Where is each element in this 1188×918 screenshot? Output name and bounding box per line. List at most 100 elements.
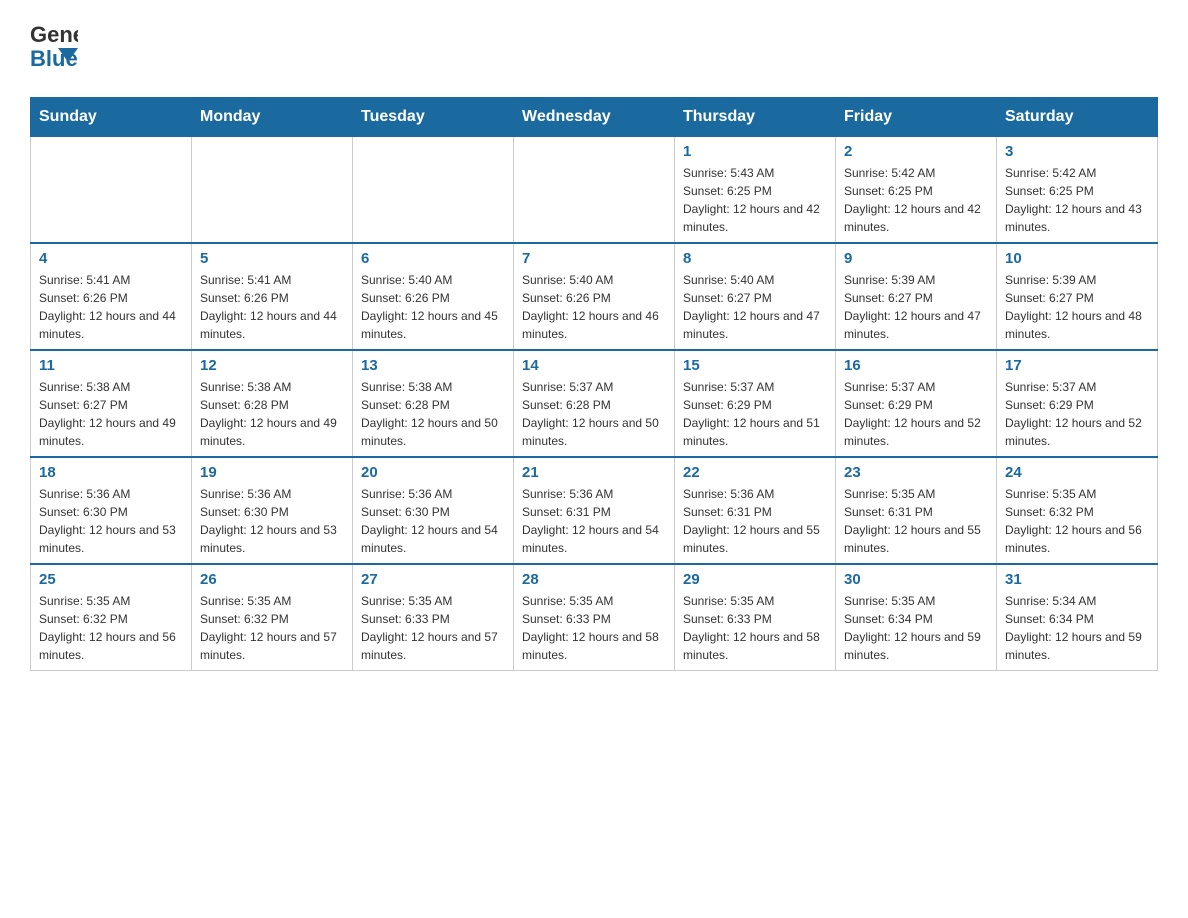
day-number: 21 [522,464,666,481]
calendar-cell: 3 Sunrise: 5:42 AMSunset: 6:25 PMDaylight… [997,137,1158,244]
svg-text:General: General [30,22,78,47]
calendar-cell: 29 Sunrise: 5:35 AMSunset: 6:33 PMDayligh… [675,564,836,671]
day-info: Sunrise: 5:36 AMSunset: 6:31 PMDaylight:… [522,485,666,557]
day-info: Sunrise: 5:39 AMSunset: 6:27 PMDaylight:… [1005,271,1149,343]
calendar-cell: 8 Sunrise: 5:40 AMSunset: 6:27 PMDaylight… [675,243,836,350]
day-info: Sunrise: 5:41 AMSunset: 6:26 PMDaylight:… [39,271,183,343]
day-info: Sunrise: 5:36 AMSunset: 6:31 PMDaylight:… [683,485,827,557]
day-number: 8 [683,250,827,267]
logo: General Blue [30,20,78,77]
calendar-cell: 16Sunrise: 5:37 AMSunset: 6:29 PMDayligh… [836,350,997,457]
day-number: 22 [683,464,827,481]
weekday-header-saturday: Saturday [997,98,1158,137]
day-number: 6 [361,250,505,267]
calendar-cell [31,137,192,244]
calendar-cell: 15 Sunrise: 5:37 AMSunset: 6:29 PMDayligh… [675,350,836,457]
calendar-cell: 9 Sunrise: 5:39 AMSunset: 6:27 PMDaylight… [836,243,997,350]
calendar-cell: 20 Sunrise: 5:36 AMSunset: 6:30 PMDayligh… [353,457,514,564]
day-info: Sunrise: 5:35 AMSunset: 6:33 PMDaylight:… [361,592,505,664]
calendar-cell: 18 Sunrise: 5:36 AMSunset: 6:30 PMDayligh… [31,457,192,564]
calendar-cell [192,137,353,244]
day-number: 30 [844,571,988,588]
day-info: Sunrise: 5:35 AMSunset: 6:33 PMDaylight:… [683,592,827,664]
day-number: 23 [844,464,988,481]
weekday-header-wednesday: Wednesday [514,98,675,137]
weekday-header-monday: Monday [192,98,353,137]
calendar-cell: 22 Sunrise: 5:36 AMSunset: 6:31 PMDayligh… [675,457,836,564]
day-info: Sunrise: 5:37 AMSunset: 6:29 PMDaylight:… [1005,378,1149,450]
weekday-header-sunday: Sunday [31,98,192,137]
calendar-cell: 14Sunrise: 5:37 AMSunset: 6:28 PMDayligh… [514,350,675,457]
calendar-cell: 19 Sunrise: 5:36 AMSunset: 6:30 PMDayligh… [192,457,353,564]
calendar-cell: 12 Sunrise: 5:38 AMSunset: 6:28 PMDayligh… [192,350,353,457]
calendar-cell: 28 Sunrise: 5:35 AMSunset: 6:33 PMDayligh… [514,564,675,671]
day-number: 25 [39,571,183,588]
svg-text:Blue: Blue [30,46,78,71]
calendar-cell: 2 Sunrise: 5:42 AMSunset: 6:25 PMDaylight… [836,137,997,244]
calendar-cell: 13 Sunrise: 5:38 AMSunset: 6:28 PMDayligh… [353,350,514,457]
calendar-cell: 4 Sunrise: 5:41 AMSunset: 6:26 PMDaylight… [31,243,192,350]
day-info: Sunrise: 5:35 AMSunset: 6:31 PMDaylight:… [844,485,988,557]
calendar-cell: 24Sunrise: 5:35 AMSunset: 6:32 PMDayligh… [997,457,1158,564]
day-info: Sunrise: 5:40 AMSunset: 6:27 PMDaylight:… [683,271,827,343]
day-number: 11 [39,357,183,374]
day-number: 9 [844,250,988,267]
logo-icon: General Blue [30,20,78,77]
day-info: Sunrise: 5:40 AMSunset: 6:26 PMDaylight:… [522,271,666,343]
day-number: 16 [844,357,988,374]
day-number: 13 [361,357,505,374]
day-number: 15 [683,357,827,374]
calendar-cell: 21 Sunrise: 5:36 AMSunset: 6:31 PMDayligh… [514,457,675,564]
day-number: 24 [1005,464,1149,481]
calendar-cell: 31Sunrise: 5:34 AMSunset: 6:34 PMDayligh… [997,564,1158,671]
day-number: 12 [200,357,344,374]
day-number: 27 [361,571,505,588]
day-number: 31 [1005,571,1149,588]
calendar-cell: 5 Sunrise: 5:41 AMSunset: 6:26 PMDaylight… [192,243,353,350]
day-info: Sunrise: 5:35 AMSunset: 6:32 PMDaylight:… [39,592,183,664]
day-number: 17 [1005,357,1149,374]
day-number: 10 [1005,250,1149,267]
calendar-cell: 10 Sunrise: 5:39 AMSunset: 6:27 PMDayligh… [997,243,1158,350]
calendar-cell: 17 Sunrise: 5:37 AMSunset: 6:29 PMDayligh… [997,350,1158,457]
day-info: Sunrise: 5:41 AMSunset: 6:26 PMDaylight:… [200,271,344,343]
day-info: Sunrise: 5:36 AMSunset: 6:30 PMDaylight:… [39,485,183,557]
day-info: Sunrise: 5:35 AMSunset: 6:32 PMDaylight:… [200,592,344,664]
weekday-header-tuesday: Tuesday [353,98,514,137]
day-number: 20 [361,464,505,481]
calendar-cell: 7Sunrise: 5:40 AMSunset: 6:26 PMDaylight… [514,243,675,350]
calendar-cell: 27 Sunrise: 5:35 AMSunset: 6:33 PMDayligh… [353,564,514,671]
day-number: 3 [1005,143,1149,160]
day-number: 4 [39,250,183,267]
day-info: Sunrise: 5:38 AMSunset: 6:27 PMDaylight:… [39,378,183,450]
calendar-cell: 26 Sunrise: 5:35 AMSunset: 6:32 PMDayligh… [192,564,353,671]
day-info: Sunrise: 5:35 AMSunset: 6:33 PMDaylight:… [522,592,666,664]
day-number: 19 [200,464,344,481]
calendar-cell: 11 Sunrise: 5:38 AMSunset: 6:27 PMDayligh… [31,350,192,457]
day-info: Sunrise: 5:39 AMSunset: 6:27 PMDaylight:… [844,271,988,343]
calendar-cell: 25 Sunrise: 5:35 AMSunset: 6:32 PMDayligh… [31,564,192,671]
day-number: 2 [844,143,988,160]
day-info: Sunrise: 5:36 AMSunset: 6:30 PMDaylight:… [200,485,344,557]
day-number: 5 [200,250,344,267]
weekday-header-thursday: Thursday [675,98,836,137]
calendar-cell [353,137,514,244]
day-number: 28 [522,571,666,588]
calendar-cell: 30Sunrise: 5:35 AMSunset: 6:34 PMDayligh… [836,564,997,671]
day-number: 18 [39,464,183,481]
calendar-cell: 6Sunrise: 5:40 AMSunset: 6:26 PMDaylight… [353,243,514,350]
day-info: Sunrise: 5:38 AMSunset: 6:28 PMDaylight:… [361,378,505,450]
day-number: 26 [200,571,344,588]
day-info: Sunrise: 5:37 AMSunset: 6:29 PMDaylight:… [683,378,827,450]
day-info: Sunrise: 5:38 AMSunset: 6:28 PMDaylight:… [200,378,344,450]
calendar-table: SundayMondayTuesdayWednesdayThursdayFrid… [30,97,1158,671]
weekday-header-friday: Friday [836,98,997,137]
day-info: Sunrise: 5:36 AMSunset: 6:30 PMDaylight:… [361,485,505,557]
calendar-cell [514,137,675,244]
day-info: Sunrise: 5:42 AMSunset: 6:25 PMDaylight:… [1005,164,1149,236]
calendar-cell: 23 Sunrise: 5:35 AMSunset: 6:31 PMDayligh… [836,457,997,564]
day-info: Sunrise: 5:37 AMSunset: 6:28 PMDaylight:… [522,378,666,450]
day-info: Sunrise: 5:42 AMSunset: 6:25 PMDaylight:… [844,164,988,236]
day-info: Sunrise: 5:43 AMSunset: 6:25 PMDaylight:… [683,164,827,236]
day-number: 29 [683,571,827,588]
